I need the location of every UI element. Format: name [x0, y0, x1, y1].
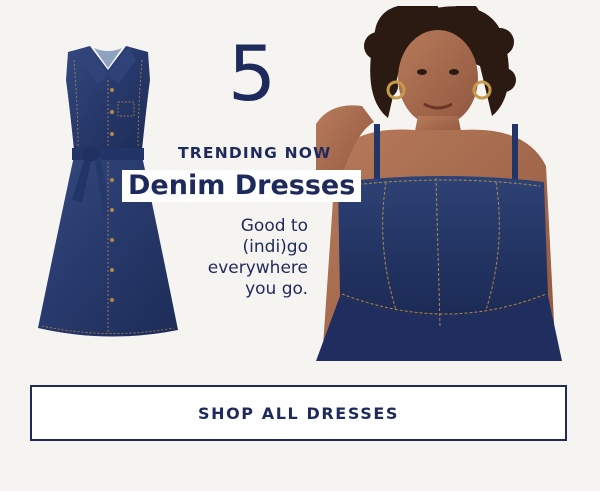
tagline-line: everywhere: [207, 258, 308, 278]
shop-all-dresses-button[interactable]: SHOP ALL DRESSES: [30, 385, 567, 441]
promo-title: Denim Dresses: [128, 170, 356, 201]
cta-label: SHOP ALL DRESSES: [197, 403, 400, 423]
tagline-line: Good to: [240, 216, 308, 236]
title-highlight: Denim Dresses: [122, 170, 362, 202]
eyebrow-label: TRENDING NOW: [178, 144, 332, 162]
tagline-line: you go.: [245, 279, 308, 299]
tagline: Good to (indi)go everywhere you go.: [184, 216, 308, 300]
promo-number: 5: [227, 29, 277, 118]
tagline-line: (indi)go: [242, 237, 308, 257]
